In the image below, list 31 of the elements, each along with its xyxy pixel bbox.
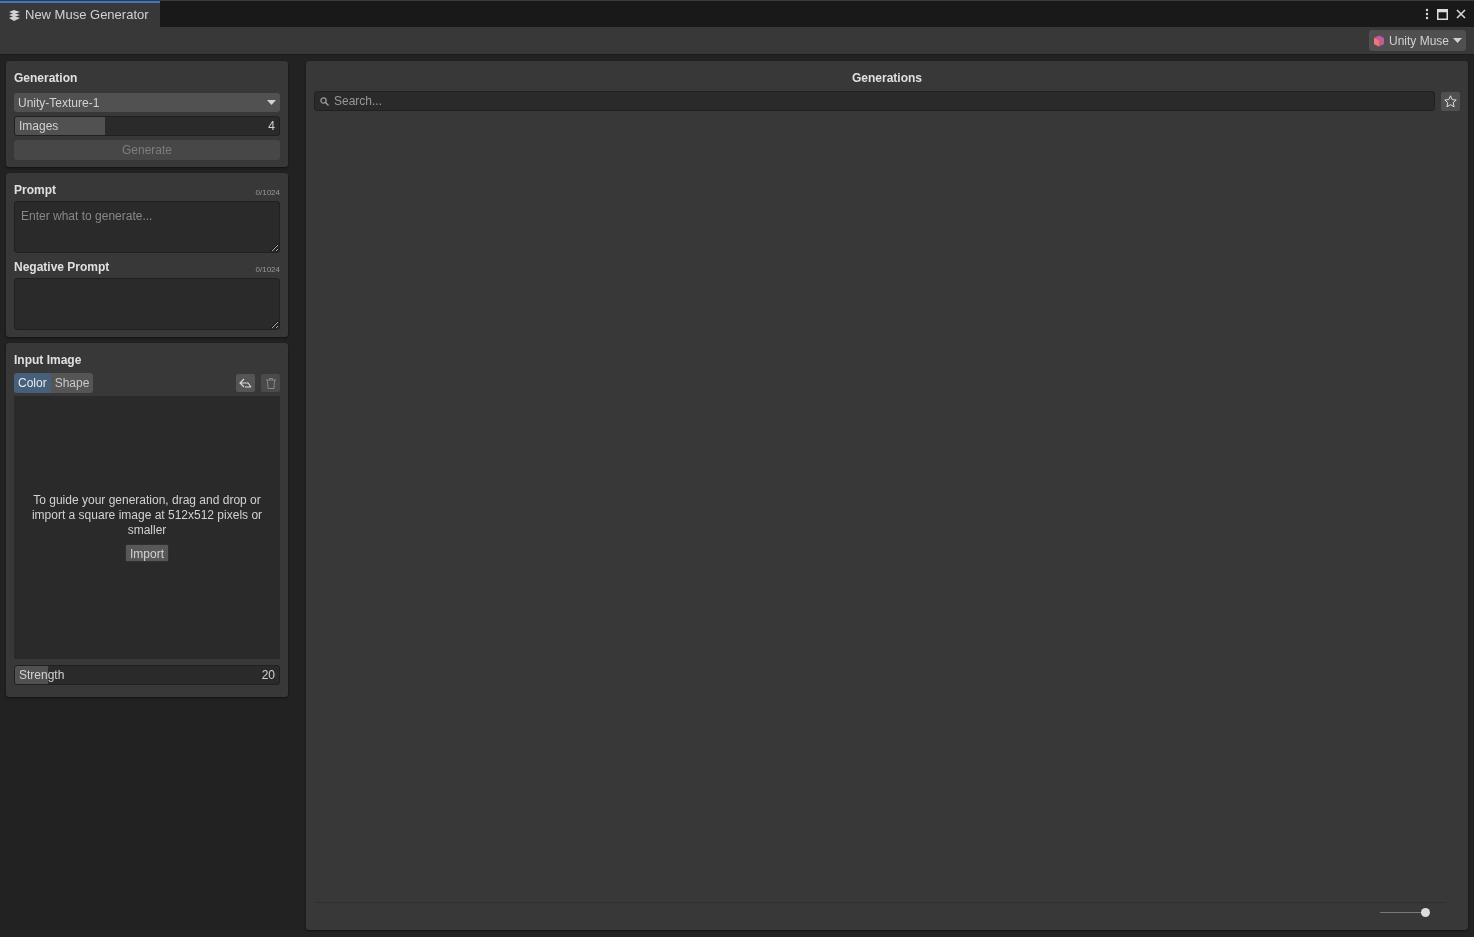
thumbnail-size-slider[interactable]: [1380, 907, 1430, 918]
section-title: Prompt: [14, 182, 56, 199]
undo-icon: [239, 377, 252, 389]
image-drop-area[interactable]: To guide your generation, drag and drop or import a square image at 512x512 pixels or smaller Import: [14, 396, 280, 659]
favorite-button[interactable]: [1441, 91, 1460, 111]
section-title: Input Image: [14, 352, 83, 369]
delete-button[interactable]: [261, 374, 280, 392]
trash-icon: [265, 377, 276, 389]
mode-tab[interactable]: Color: [14, 373, 51, 393]
negative-prompt-field[interactable]: [14, 278, 280, 330]
model-dropdown[interactable]: Unity-Texture-1: [14, 93, 280, 112]
character-counter: 0/1024: [255, 187, 280, 199]
account-dropdown[interactable]: Unity Muse: [1368, 30, 1466, 51]
import-button[interactable]: Import: [125, 544, 169, 562]
search-icon: [320, 96, 329, 106]
undo-button[interactable]: [236, 374, 255, 392]
prompt-field[interactable]: Enter what to generate...: [14, 201, 280, 253]
character-counter: 0/1024: [255, 264, 280, 276]
section-title: Negative Prompt: [14, 259, 110, 276]
maximize-icon[interactable]: [1437, 8, 1448, 20]
more-options-icon[interactable]: [1425, 8, 1429, 20]
drop-hint: To guide your generation, drag and drop or import a square image at 512x512 pixels or smaller: [30, 493, 264, 538]
images-slider[interactable]: Images 4: [14, 116, 280, 136]
search-field[interactable]: Search...: [314, 91, 1435, 111]
mode-tab[interactable]: Shape: [50, 373, 94, 393]
close-icon[interactable]: [1456, 9, 1466, 19]
strength-slider[interactable]: Strength 20: [14, 665, 280, 685]
caret-icon: [267, 99, 276, 106]
panel-title: Generations: [851, 70, 923, 87]
section-title: Generation: [14, 70, 79, 87]
caret-icon: [1453, 37, 1462, 44]
